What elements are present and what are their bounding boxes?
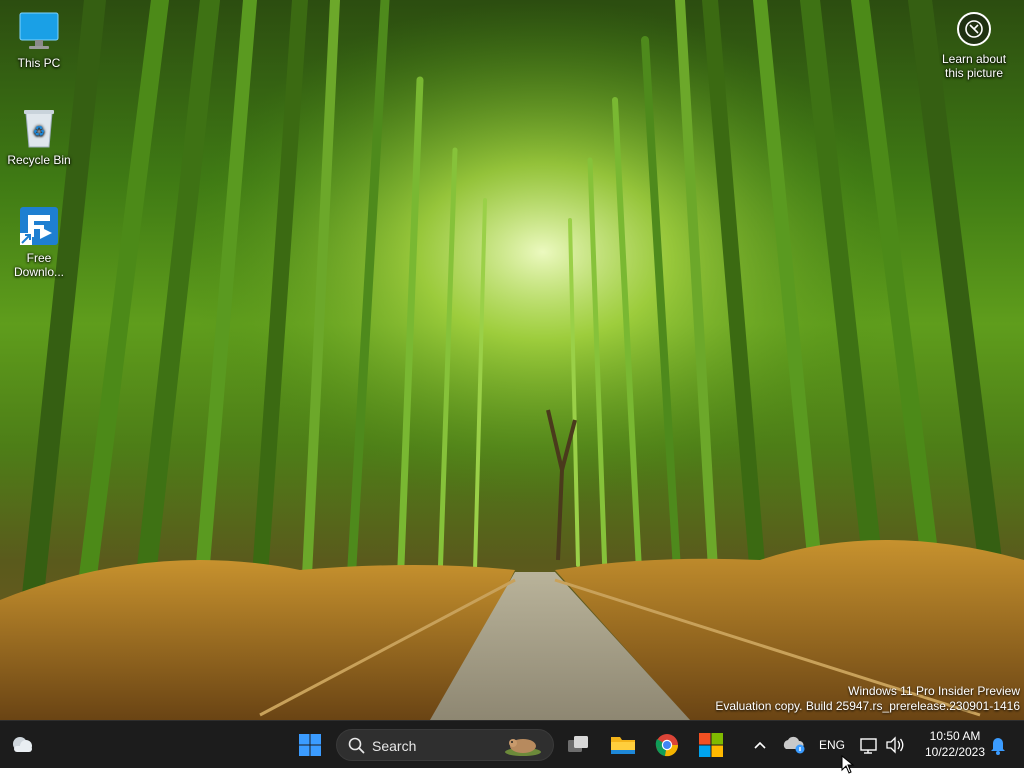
store-icon (699, 733, 723, 757)
search-icon (348, 737, 365, 754)
folder-icon (611, 737, 635, 754)
speaker-icon (886, 736, 904, 754)
task-view-button[interactable] (560, 727, 596, 763)
start-button[interactable] (292, 727, 328, 763)
onedrive-tray-button[interactable] (778, 727, 810, 763)
evaluation-watermark: Windows 11 Pro Insider Preview Evaluatio… (715, 684, 1020, 714)
learn-label-line1: Learn about (941, 52, 1007, 66)
desktop-icon-label: Free Downlo... (13, 251, 65, 279)
taskbar: Search ENG 10:50 AM 10/22/2023 (0, 720, 1024, 774)
learn-label-line2: this picture (944, 66, 1004, 80)
monitor-icon (18, 10, 60, 52)
desktop-icon-free-download-manager[interactable]: Free Downlo... (1, 205, 77, 279)
desktop-wallpaper (0, 0, 1024, 720)
free-download-manager-icon (18, 205, 60, 247)
mouse-cursor-icon (841, 755, 855, 774)
network-button[interactable] (857, 727, 881, 763)
chevron-up-icon (754, 741, 766, 749)
windows-logo-icon (299, 734, 321, 756)
microsoft-store-button[interactable] (693, 727, 729, 763)
desktop-icon-label: This PC (17, 56, 61, 70)
watermark-line1: Windows 11 Pro Insider Preview (848, 684, 1020, 698)
file-explorer-button[interactable] (605, 727, 641, 763)
svg-text:♻: ♻ (33, 124, 46, 140)
recycle-bin-icon: ♻ (18, 107, 60, 149)
widgets-button[interactable] (4, 727, 40, 763)
language-indicator[interactable]: ENG (818, 738, 846, 752)
search-placeholder: Search (372, 738, 417, 754)
search-box[interactable]: Search (336, 729, 554, 761)
desktop-icon-recycle-bin[interactable]: ♻ Recycle Bin (1, 107, 77, 167)
notifications-button[interactable] (984, 727, 1012, 763)
cloud-info-icon (783, 736, 805, 754)
desktop-icon-this-pc[interactable]: This PC (1, 10, 77, 70)
chrome-icon (655, 734, 679, 757)
chrome-button[interactable] (649, 727, 685, 763)
bell-icon (991, 738, 1005, 755)
weather-cloud-icon (13, 737, 32, 752)
show-hidden-icons-button[interactable] (744, 727, 776, 763)
volume-button[interactable] (883, 727, 907, 763)
camera-circle-icon (957, 12, 991, 46)
watermark-line2: Evaluation copy. Build 25947.rs_prerelea… (715, 699, 1020, 713)
task-view-icon (568, 736, 588, 752)
search-highlight-icon (505, 739, 541, 756)
network-icon (860, 738, 877, 754)
learn-about-picture[interactable]: Learn about this picture (932, 8, 1016, 80)
desktop-icon-label: Recycle Bin (7, 153, 71, 167)
